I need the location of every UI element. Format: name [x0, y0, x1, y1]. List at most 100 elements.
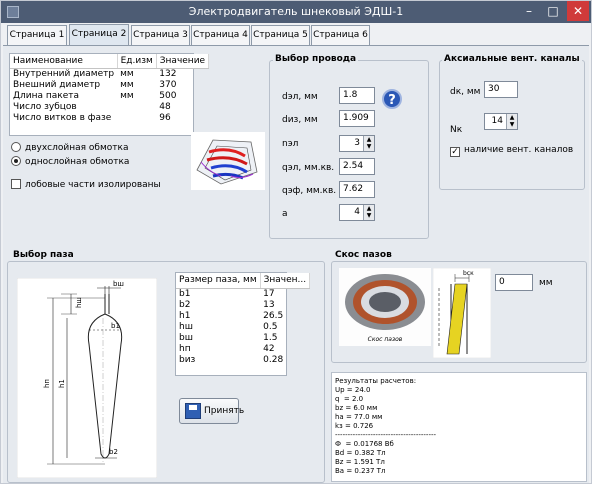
column-header[interactable]: Размер паза, мм [176, 273, 261, 289]
table-cell: bш [179, 332, 193, 343]
end-parts-label: лобовые части изолированы [25, 180, 161, 190]
dim-label-h1: h1 [58, 379, 66, 388]
tab-page-4[interactable]: Страница 4 [191, 25, 250, 45]
wire-selection-title: Выбор провода [273, 54, 359, 64]
radio-circle [11, 142, 21, 152]
table-cell: мм [120, 68, 134, 79]
table-row[interactable]: bш 1.5 [176, 332, 310, 343]
skew-unit-label: мм [539, 278, 553, 288]
a-spinner[interactable]: 4 ▲ ▼ [339, 204, 375, 221]
help-button[interactable]: ? [382, 89, 402, 109]
vent-channels-checkbox[interactable]: ✓ наличие вент. каналов [450, 145, 573, 157]
table-cell: 17 [263, 288, 275, 299]
table-row[interactable]: b2 13 [176, 299, 310, 310]
page-2-content: Наименование Ед.изм Значение Внутренний … [3, 45, 589, 483]
table-row[interactable]: Число зубцов 48 [10, 101, 209, 112]
table-cell: 26.5 [263, 310, 284, 321]
table-cell [117, 112, 156, 123]
slot-sizes-table-container: Размер паза, мм Значен... b1 17 b2 13 h1 26… [175, 272, 311, 376]
table-cell [117, 101, 156, 112]
table-row[interactable]: h1 26.5 [176, 310, 310, 321]
table-row[interactable]: hш 0.5 [176, 321, 310, 332]
n-el-value: 3 [354, 138, 360, 148]
table-row[interactable]: Число витков в фазе 96 [10, 112, 209, 123]
dim-label-b1: b1 [111, 322, 120, 330]
single-layer-radio[interactable]: однослойная обмотка [11, 156, 129, 167]
vent-channels-label: наличие вент. каналов [464, 145, 574, 155]
end-parts-insulated-checkbox[interactable]: лобовые части изолированы [11, 179, 161, 190]
spinner-arrows-icon[interactable]: ▲ ▼ [506, 114, 517, 129]
params-table: Наименование Ед.изм Значение Внутренний … [10, 54, 210, 123]
tab-page-6[interactable]: Страница 6 [311, 25, 370, 45]
column-header[interactable]: Ед.изм [117, 54, 157, 69]
table-cell: 42 [263, 343, 275, 354]
tab-page-1[interactable]: Страница 1 [7, 25, 67, 45]
q-el-input[interactable]: 2.54 [339, 158, 375, 175]
table-cell: Число зубцов [13, 101, 77, 112]
table-cell: мм [120, 90, 134, 101]
dim-label-bsh: bш [113, 280, 124, 288]
photo-caption: Скос пазов [368, 336, 403, 343]
tab-page-3[interactable]: Страница 3 [131, 25, 190, 45]
maximize-button[interactable]: □ [541, 1, 565, 21]
column-header[interactable]: Наименование [10, 54, 118, 69]
column-header[interactable]: Значение [156, 54, 210, 69]
table-cell: h1 [179, 310, 191, 321]
table-cell: b1 [179, 288, 191, 299]
table-cell: 13 [263, 299, 275, 310]
single-layer-label: однослойная обмотка [25, 157, 130, 167]
winding-illustration [191, 132, 265, 190]
table-row[interactable]: b1 17 [176, 288, 310, 299]
spinner-arrows-icon[interactable]: ▲ ▼ [363, 136, 374, 151]
nk-label: Nк [450, 125, 463, 135]
checkmark-icon: ✓ [450, 147, 460, 157]
spinner-arrows-icon[interactable]: ▲ ▼ [363, 205, 374, 220]
table-row[interactable]: Внешний диаметр мм 370 [10, 79, 209, 90]
slot-drawing: bш b1 hш hп h1 b2 [17, 278, 157, 478]
close-button[interactable]: ✕ [567, 1, 589, 21]
table-cell: 0.28 [263, 354, 284, 365]
tab-page-2[interactable]: Страница 2 [69, 24, 129, 45]
skew-input[interactable]: 0 [495, 274, 533, 291]
table-cell: 370 [159, 79, 177, 90]
column-header[interactable]: Значен... [260, 273, 311, 289]
table-row[interactable]: hп 42 [176, 343, 310, 354]
a-value: 4 [354, 207, 360, 217]
results-text-area[interactable]: Результаты расчетов: Up = 24.0 q = 2.0 b… [331, 372, 587, 482]
table-cell: 1.5 [263, 332, 278, 343]
table-cell: 48 [159, 101, 171, 112]
table-cell: hш [179, 321, 193, 332]
checkbox-box [11, 179, 21, 189]
nk-spinner[interactable]: 14 ▲ ▼ [484, 113, 518, 130]
title-bar: Электродвигатель шнековый ЭДШ-1 – □ ✕ [1, 1, 591, 23]
table-cell: мм [120, 79, 134, 90]
radio-circle-selected [11, 156, 21, 166]
accept-button[interactable]: Принять [179, 398, 244, 424]
table-row[interactable]: bиз 0.28 [176, 354, 310, 365]
d-iz-label: dиз, мм [282, 115, 318, 125]
n-el-spinner[interactable]: 3 ▲ ▼ [339, 135, 375, 152]
params-table-container: Наименование Ед.изм Значение Внутренний … [9, 53, 210, 136]
q-el-label: qэл, мм.кв. [282, 163, 335, 173]
double-layer-label: двухслойная обмотка [25, 143, 129, 153]
app-window: Электродвигатель шнековый ЭДШ-1 – □ ✕ Ст… [0, 0, 592, 484]
table-cell: 0.5 [263, 321, 278, 332]
table-row[interactable]: Внутренний диаметр мм 132 [10, 68, 209, 79]
table-cell: Число витков в фазе [13, 112, 112, 123]
table-row[interactable]: Длина пакета мм 500 [10, 90, 209, 101]
accept-button-label: Принять [204, 406, 245, 416]
tab-page-5[interactable]: Страница 5 [251, 25, 310, 45]
q-ef-input[interactable]: 7.62 [339, 181, 375, 198]
dim-label-hp: hп [43, 379, 51, 388]
minimize-button[interactable]: – [517, 1, 541, 21]
double-layer-radio[interactable]: двухслойная обмотка [11, 142, 128, 153]
dim-label-b2: b2 [109, 448, 118, 456]
axial-channels-title: Аксиальные вент. каналы [442, 54, 582, 64]
table-cell: Внутренний диаметр [13, 68, 115, 79]
d-el-input[interactable]: 1.8 [339, 87, 375, 104]
table-cell: 500 [159, 90, 177, 101]
table-cell: bиз [179, 354, 196, 365]
dk-input[interactable]: 30 [484, 81, 518, 98]
table-cell: 132 [159, 68, 177, 79]
d-iz-input[interactable]: 1.909 [339, 110, 375, 127]
